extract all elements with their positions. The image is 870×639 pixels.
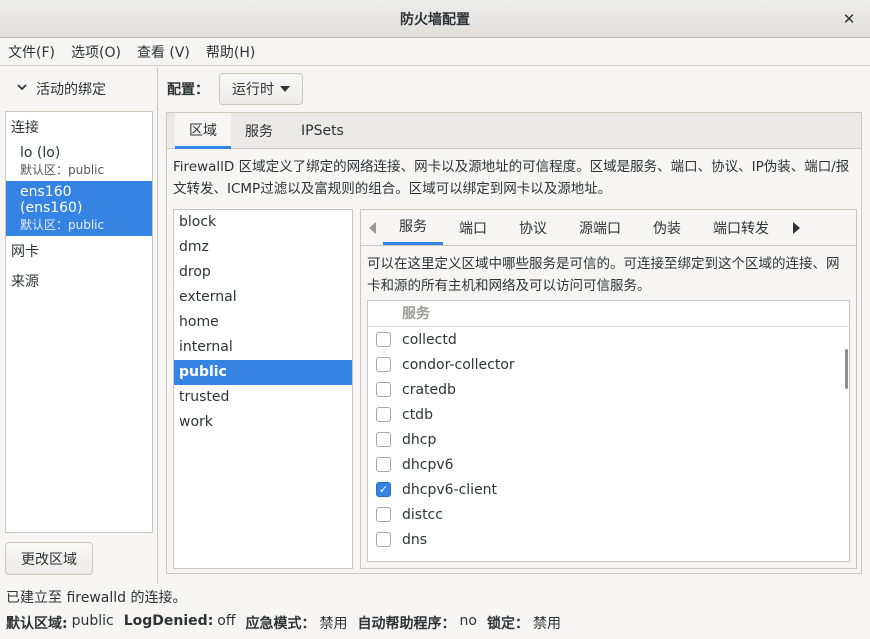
service-list-scrollbar[interactable] (845, 349, 848, 389)
status-value: no (459, 613, 477, 629)
services-description: 可以在这里定义区域中哪些服务是可信的。可连接至绑定到这个区域的连接、网卡和源的所… (367, 256, 840, 294)
config-dropdown[interactable]: 运行时 (219, 73, 303, 105)
menu-options[interactable]: 选项(O) (63, 42, 129, 62)
service-row: dhcpv6 (368, 452, 849, 477)
service-row: ✓ dhcpv6-client (368, 477, 849, 502)
zone-item-work[interactable]: work (174, 410, 352, 435)
zone-list: block dmz drop external home internal pu… (173, 209, 353, 569)
service-checkbox[interactable] (376, 357, 391, 372)
service-checkbox[interactable] (376, 457, 391, 472)
status-value: off (217, 613, 236, 629)
subtab-masquerade[interactable]: 伪装 (637, 210, 697, 245)
connection-zone: 默认区：public (20, 163, 105, 177)
connection-item-lo[interactable]: lo (lo) 默认区：public (6, 142, 152, 181)
zone-item-home[interactable]: home (174, 310, 352, 335)
active-bindings-label: 活动的绑定 (36, 82, 106, 98)
binding-list: 连接 lo (lo) 默认区：public ens160 (ens160) 默认… (5, 111, 153, 533)
status-value: 禁用 (319, 616, 348, 632)
scroll-right-icon[interactable] (785, 210, 807, 245)
status-key: 默认区域: (6, 616, 68, 632)
service-row: dhcp (368, 427, 849, 452)
window-title: 防火墙配置 (400, 11, 470, 28)
config-row: 配置： 运行时 (167, 73, 303, 105)
dropdown-arrow-icon (280, 86, 290, 92)
title-bar: 防火墙配置 ✕ (0, 0, 870, 38)
status-key: 锁定： (486, 616, 529, 632)
zone-item-dmz[interactable]: dmz (174, 235, 352, 260)
service-checkbox[interactable] (376, 532, 391, 547)
service-checkbox[interactable] (376, 332, 391, 347)
subtab-ports[interactable]: 端口 (443, 210, 503, 245)
config-label: 配置： (167, 82, 209, 98)
zone-description: FirewallD 区域定义了绑定的网络连接、网卡以及源地址的可信程度。区域是服… (173, 159, 850, 197)
status-bar: 默认区域: public LogDenied: off 应急模式： 禁用 自动帮… (6, 613, 567, 633)
service-name: cratedb (402, 381, 456, 398)
status-key: LogDenied: (123, 613, 214, 629)
service-row: cratedb (368, 377, 849, 402)
menu-view[interactable]: 查看 (V) (129, 42, 198, 62)
service-checkbox-checked[interactable]: ✓ (376, 482, 391, 497)
service-checkbox[interactable] (376, 407, 391, 422)
service-row: distcc (368, 502, 849, 527)
service-name: dhcp (402, 431, 437, 448)
subtab-services[interactable]: 服务 (383, 210, 443, 245)
zone-item-drop[interactable]: drop (174, 260, 352, 285)
connection-name: lo (lo) (20, 145, 61, 161)
subtab-port-forward[interactable]: 端口转发 (697, 210, 785, 245)
subtab-protocols[interactable]: 协议 (503, 210, 563, 245)
main-panel: 配置： 运行时 区域 服务 IPSets FirewallD 区域定义了绑定的网… (159, 67, 870, 584)
service-row: condor-collector (368, 352, 849, 377)
menu-help[interactable]: 帮助(H) (198, 42, 263, 62)
service-row: ctdb (368, 402, 849, 427)
zone-item-block[interactable]: block (174, 210, 352, 235)
service-checkbox[interactable] (376, 507, 391, 522)
zone-item-external[interactable]: external (174, 285, 352, 310)
source-section-label[interactable]: 来源 (6, 266, 152, 296)
service-list: 服务 collectd condor-collector cratedb ctd… (367, 300, 850, 562)
service-column-header[interactable]: 服务 (368, 301, 849, 327)
service-name: ctdb (402, 406, 433, 423)
service-name: dns (402, 531, 428, 548)
zone-detail-panel: 服务 端口 协议 源端口 伪装 端口转发 可以在这里定义区域中哪些服务是可信的。… (360, 209, 857, 569)
service-name: dhcpv6-client (402, 481, 498, 498)
connection-name: ens160 (ens160) (20, 184, 83, 216)
chevron-down-icon (16, 81, 28, 97)
scroll-left-icon[interactable] (361, 210, 383, 245)
connections-section-label: 连接 (11, 120, 39, 136)
zone-subtabs: 服务 端口 协议 源端口 伪装 端口转发 (361, 210, 856, 246)
main-tabs: 区域 服务 IPSets (167, 113, 861, 149)
active-bindings-toggle[interactable]: 活动的绑定 (16, 79, 106, 99)
connection-zone: 默认区：public (20, 218, 105, 232)
service-name: distcc (402, 506, 443, 523)
menu-file[interactable]: 文件(F) (0, 42, 63, 62)
service-name: condor-collector (402, 356, 515, 373)
nic-section-label[interactable]: 网卡 (6, 236, 152, 266)
menu-bar: 文件(F) 选项(O) 查看 (V) 帮助(H) (0, 38, 870, 66)
service-name: dhcpv6 (402, 456, 454, 473)
status-value: public (71, 613, 114, 629)
status-key: 自动帮助程序： (357, 616, 456, 632)
close-icon[interactable]: ✕ (838, 8, 860, 30)
active-bindings-panel: 活动的绑定 连接 lo (lo) 默认区：public ens160 (ens1… (0, 67, 158, 584)
tab-services[interactable]: 服务 (231, 113, 287, 149)
tab-ipsets[interactable]: IPSets (287, 113, 358, 149)
config-value: 运行时 (232, 82, 274, 98)
service-row: dns (368, 527, 849, 552)
service-row: collectd (368, 327, 849, 352)
tab-zones[interactable]: 区域 (175, 113, 231, 149)
connection-item-ens160[interactable]: ens160 (ens160) 默认区：public (6, 181, 152, 236)
change-zone-button[interactable]: 更改区域 (5, 542, 93, 575)
zone-item-internal[interactable]: internal (174, 335, 352, 360)
service-checkbox[interactable] (376, 382, 391, 397)
status-key: 应急模式： (245, 616, 316, 632)
status-value: 禁用 (532, 616, 561, 632)
service-checkbox[interactable] (376, 432, 391, 447)
zone-item-public[interactable]: public (174, 360, 352, 385)
notebook-frame: 区域 服务 IPSets FirewallD 区域定义了绑定的网络连接、网卡以及… (166, 112, 862, 574)
zone-item-trusted[interactable]: trusted (174, 385, 352, 410)
service-name: collectd (402, 331, 457, 348)
connection-status: 已建立至 firewalld 的连接。 (6, 590, 187, 606)
subtab-source-ports[interactable]: 源端口 (563, 210, 637, 245)
